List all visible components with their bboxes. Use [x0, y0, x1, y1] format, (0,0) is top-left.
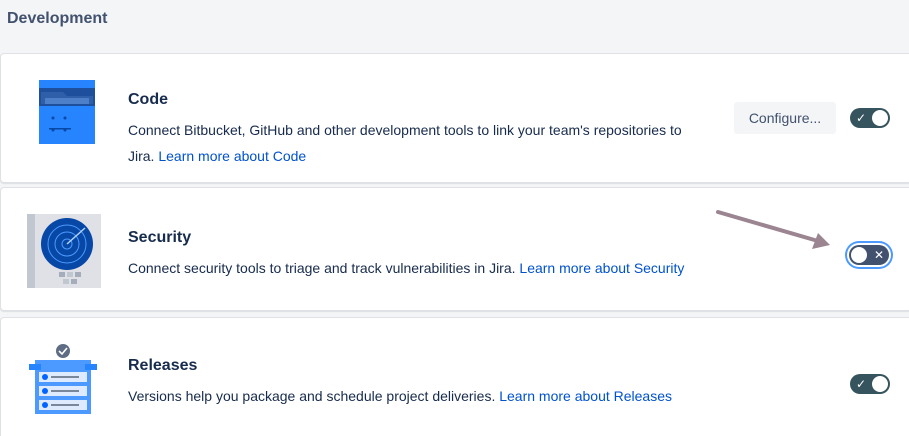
code-card: Code Connect Bitbucket, GitHub and other… [0, 53, 909, 183]
security-radar-icon [27, 214, 101, 288]
learn-more-security-link[interactable]: Learn more about Security [519, 260, 684, 276]
security-description: Connect security tools to triage and tra… [128, 255, 684, 281]
code-description: Connect Bitbucket, GitHub and other deve… [128, 117, 682, 169]
checkmark-icon: ✓ [856, 111, 867, 125]
releases-card: Releases Versions help you package and s… [0, 317, 909, 436]
learn-more-releases-link[interactable]: Learn more about Releases [499, 388, 672, 404]
configure-button[interactable]: Configure... [734, 102, 836, 134]
releases-desc-text: Versions help you package and schedule p… [128, 388, 496, 404]
security-title: Security [128, 229, 192, 246]
code-title: Code [128, 91, 168, 108]
section-title: Development [7, 10, 108, 27]
learn-more-code-link[interactable]: Learn more about Code [158, 148, 306, 164]
releases-description: Versions help you package and schedule p… [128, 383, 672, 409]
code-desc-line2: Jira. [128, 148, 155, 164]
annotation-arrow-icon [716, 210, 830, 249]
code-desc-line1: Connect Bitbucket, GitHub and other deve… [128, 122, 682, 138]
security-toggle[interactable]: ✕ [849, 245, 889, 265]
security-desc-text: Connect security tools to triage and tra… [128, 260, 516, 276]
releases-title: Releases [128, 357, 198, 374]
toggle-knob [872, 376, 888, 392]
releases-icon [29, 344, 97, 414]
toggle-knob [851, 247, 867, 263]
code-toggle[interactable]: ✓ [850, 108, 890, 128]
toggle-knob [872, 110, 888, 126]
cross-icon: ✕ [874, 248, 885, 262]
code-icon [39, 80, 95, 144]
checkmark-icon: ✓ [856, 377, 867, 391]
releases-toggle[interactable]: ✓ [850, 374, 890, 394]
